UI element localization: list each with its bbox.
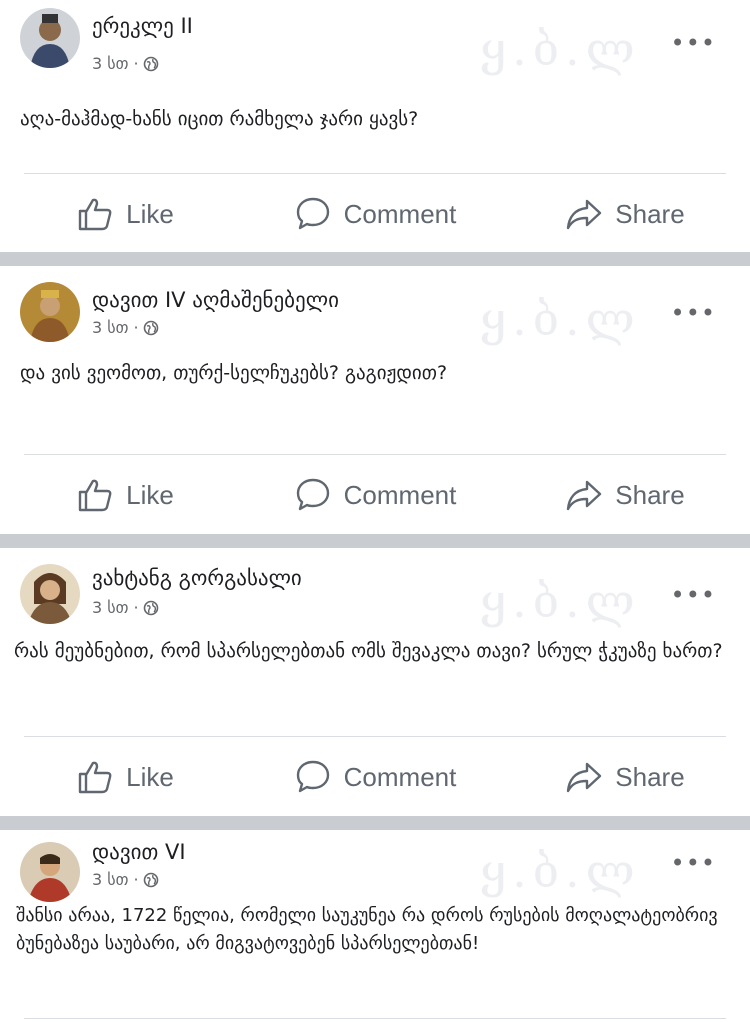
avatar[interactable] — [20, 8, 80, 68]
share-label: Share — [615, 198, 685, 229]
share-arrow-icon — [567, 480, 602, 511]
globe-icon — [143, 600, 158, 615]
post: ერეკლე II 3 სთ · ••• ყ.ბ.ლ აღა-მაჰმად-ხა… — [0, 0, 750, 252]
more-options-icon[interactable]: ••• — [671, 851, 716, 875]
post: ვახტანგ გორგასალი 3 სთ · ••• ყ.ბ.ლ რას მ… — [0, 548, 750, 816]
comment-button[interactable]: Comment — [250, 737, 500, 817]
thumbs-up-icon — [78, 198, 112, 231]
watermark: ყ.ბ.ლ — [480, 574, 641, 628]
globe-icon — [143, 320, 158, 335]
author-name[interactable]: დავით IV აღმაშენებელი — [92, 288, 339, 312]
like-label: Like — [126, 479, 174, 510]
more-options-icon[interactable]: ••• — [671, 31, 716, 55]
thumbs-up-icon — [78, 479, 112, 512]
action-bar: Like Comment Share — [0, 737, 750, 817]
like-button[interactable]: Like — [0, 455, 250, 535]
post: დავით VI 3 სთ · ••• ყ.ბ.ლ შანსი არაა, 17… — [0, 830, 750, 1022]
watermark: ყ.ბ.ლ — [480, 22, 641, 76]
share-arrow-icon — [567, 199, 602, 230]
share-arrow-icon — [567, 762, 602, 793]
post: დავით IV აღმაშენებელი 3 სთ · ••• ყ.ბ.ლ დ… — [0, 266, 750, 534]
timestamp[interactable]: 3 სთ · — [92, 598, 139, 617]
comment-icon — [296, 760, 329, 793]
more-options-icon[interactable]: ••• — [671, 583, 716, 607]
globe-icon — [143, 872, 158, 887]
post-text: და ვის ვეომოთ, თურქ-სელჩუკებს? გაგიჟდით? — [20, 362, 448, 384]
comment-icon — [296, 478, 329, 511]
author-name[interactable]: დავით VI — [92, 840, 186, 864]
post-text: შანსი არაა, 1722 წელია, რომელი საუკუნეა … — [16, 905, 718, 954]
comment-icon — [296, 197, 329, 230]
post-meta: 3 სთ · — [92, 870, 159, 889]
watermark: ყ.ბ.ლ — [480, 844, 641, 898]
post-meta: 3 სთ · — [92, 318, 159, 337]
like-label: Like — [126, 761, 174, 792]
action-bar: Like Comment Share — [0, 455, 750, 535]
author-name[interactable]: ერეკლე II — [92, 14, 193, 38]
timestamp[interactable]: 3 სთ · — [92, 870, 139, 889]
avatar[interactable] — [20, 842, 80, 902]
like-button[interactable]: Like — [0, 174, 250, 254]
post-separator — [0, 534, 750, 548]
post-separator — [0, 252, 750, 266]
share-button[interactable]: Share — [500, 737, 750, 817]
avatar[interactable] — [20, 564, 80, 624]
share-button[interactable]: Share — [500, 455, 750, 535]
thumbs-up-icon — [78, 761, 112, 794]
like-button[interactable]: Like — [0, 737, 250, 817]
author-name[interactable]: ვახტანგ გორგასალი — [92, 566, 302, 590]
like-label: Like — [126, 198, 174, 229]
comment-label: Comment — [343, 479, 457, 510]
share-label: Share — [615, 479, 685, 510]
timestamp[interactable]: 3 სთ · — [92, 318, 139, 337]
more-options-icon[interactable]: ••• — [671, 301, 716, 325]
action-bar: Like Comment Share — [0, 174, 750, 254]
post-text: აღა-მაჰმად-ხანს იცით რამხელა ჯარი ყავს? — [20, 108, 419, 130]
comment-button[interactable]: Comment — [250, 455, 500, 535]
watermark: ყ.ბ.ლ — [480, 292, 641, 346]
comment-label: Comment — [343, 198, 457, 229]
post-separator — [0, 816, 750, 830]
comment-label: Comment — [343, 761, 457, 792]
post-text: რას მეუბნებით, რომ სპარსელებთან ომს შევა… — [14, 640, 723, 662]
post-meta: 3 სთ · — [92, 598, 159, 617]
post-meta: 3 სთ · — [92, 54, 159, 73]
timestamp[interactable]: 3 სთ · — [92, 54, 139, 73]
share-button[interactable]: Share — [500, 174, 750, 254]
share-label: Share — [615, 761, 685, 792]
avatar[interactable] — [20, 282, 80, 342]
globe-icon — [143, 56, 158, 71]
divider — [24, 1018, 726, 1019]
comment-button[interactable]: Comment — [250, 174, 500, 254]
